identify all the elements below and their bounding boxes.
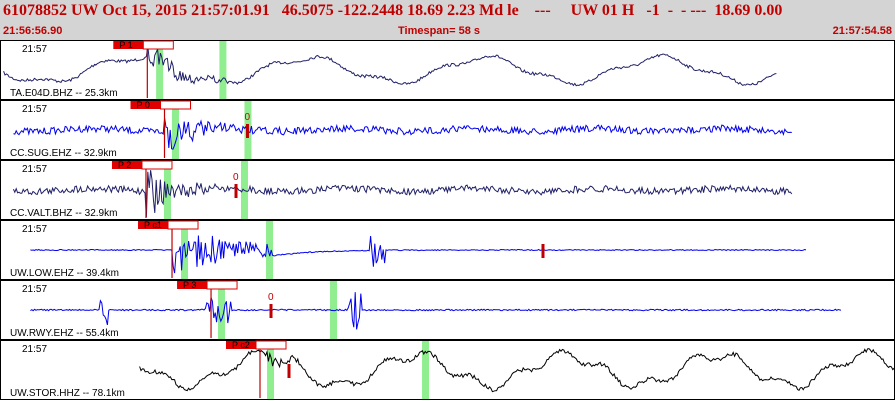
- amplitude-marker: [287, 364, 291, 378]
- amplitude-marker-label: 0: [233, 172, 239, 183]
- panel-frame: [0, 100, 895, 160]
- window-1: [266, 221, 274, 279]
- start-time: 21:56:56.90: [3, 25, 63, 37]
- station-label: UW.LOW.EHZ -- 39.4km: [10, 268, 119, 279]
- event-header: 61078852 UW Oct 15, 2015 21:57:01.91 46.…: [0, 0, 895, 40]
- timespan-label: Timespan= 58 s: [398, 25, 481, 37]
- amplitude-marker-label: 0: [268, 292, 274, 303]
- station-label: CC.SUG.EHZ -- 32.9km: [10, 148, 117, 159]
- waveform-plot[interactable]: P 1 21:57 TA.E04D.BHZ -- 25.3km P 0 0 21:57 CC…: [0, 40, 895, 400]
- window-0: [267, 341, 275, 399]
- station-label: TA.E04D.BHZ -- 25.3km: [10, 88, 118, 99]
- panel-frame: [0, 340, 895, 400]
- amplitude-marker: [234, 184, 238, 198]
- station-label: UW.RWY.EHZ -- 55.4km: [10, 328, 119, 339]
- panel-2: P 2 0 21:57 CC.VALT.BHZ -- 32.9km: [0, 160, 895, 220]
- amplitude-marker: [541, 244, 545, 258]
- panel-time-label: 21:57: [22, 344, 47, 355]
- pick-label: P 1: [119, 40, 132, 50]
- panel-1: P 0 0 21:57 CC.SUG.EHZ -- 32.9km: [0, 100, 895, 160]
- pick-box-right: [167, 220, 199, 230]
- panel-time-label: 21:57: [22, 104, 47, 115]
- panel-time-label: 21:57: [22, 284, 47, 295]
- panel-5: P c2 21:57 UW.STOR.HHZ -- 78.1km: [0, 340, 895, 400]
- pick-label: P c1: [144, 220, 162, 230]
- pick-box-right: [206, 280, 238, 290]
- pick-box-right: [141, 160, 173, 170]
- seismogram-panels[interactable]: P 1 21:57 TA.E04D.BHZ -- 25.3km P 0 0 21:57 CC…: [0, 40, 895, 400]
- pick-label: P c2: [232, 340, 250, 350]
- panel-4: P 3 0 21:57 UW.RWY.EHZ -- 55.4km: [0, 280, 895, 340]
- panel-frame: [0, 40, 895, 100]
- panel-time-label: 21:57: [22, 164, 47, 175]
- panel-time-label: 21:57: [22, 224, 47, 235]
- amplitude-marker-label: 0: [244, 112, 250, 123]
- panel-frame: [0, 160, 895, 220]
- pick-box-right: [160, 100, 192, 110]
- panel-time-label: 21:57: [22, 44, 47, 55]
- event-title: 61078852 UW Oct 15, 2015 21:57:01.91 46.…: [3, 2, 783, 19]
- station-label: UW.STOR.HHZ -- 78.1km: [10, 388, 125, 399]
- pick-label: P 0: [137, 100, 150, 110]
- station-label: CC.VALT.BHZ -- 32.9km: [10, 208, 117, 219]
- pick-box-right: [142, 40, 174, 50]
- panel-3: P c1 21:57 UW.LOW.EHZ -- 39.4km: [0, 220, 895, 280]
- end-time: 21:57:54.58: [832, 25, 892, 37]
- pick-label: P 2: [118, 160, 131, 170]
- amplitude-marker: [245, 124, 249, 138]
- window-1: [219, 41, 227, 99]
- panel-0: P 1 21:57 TA.E04D.BHZ -- 25.3km: [0, 40, 895, 100]
- amplitude-marker: [269, 304, 273, 318]
- window-1: [422, 341, 430, 399]
- pick-box-right: [255, 340, 287, 350]
- pick-label: P 3: [183, 280, 196, 290]
